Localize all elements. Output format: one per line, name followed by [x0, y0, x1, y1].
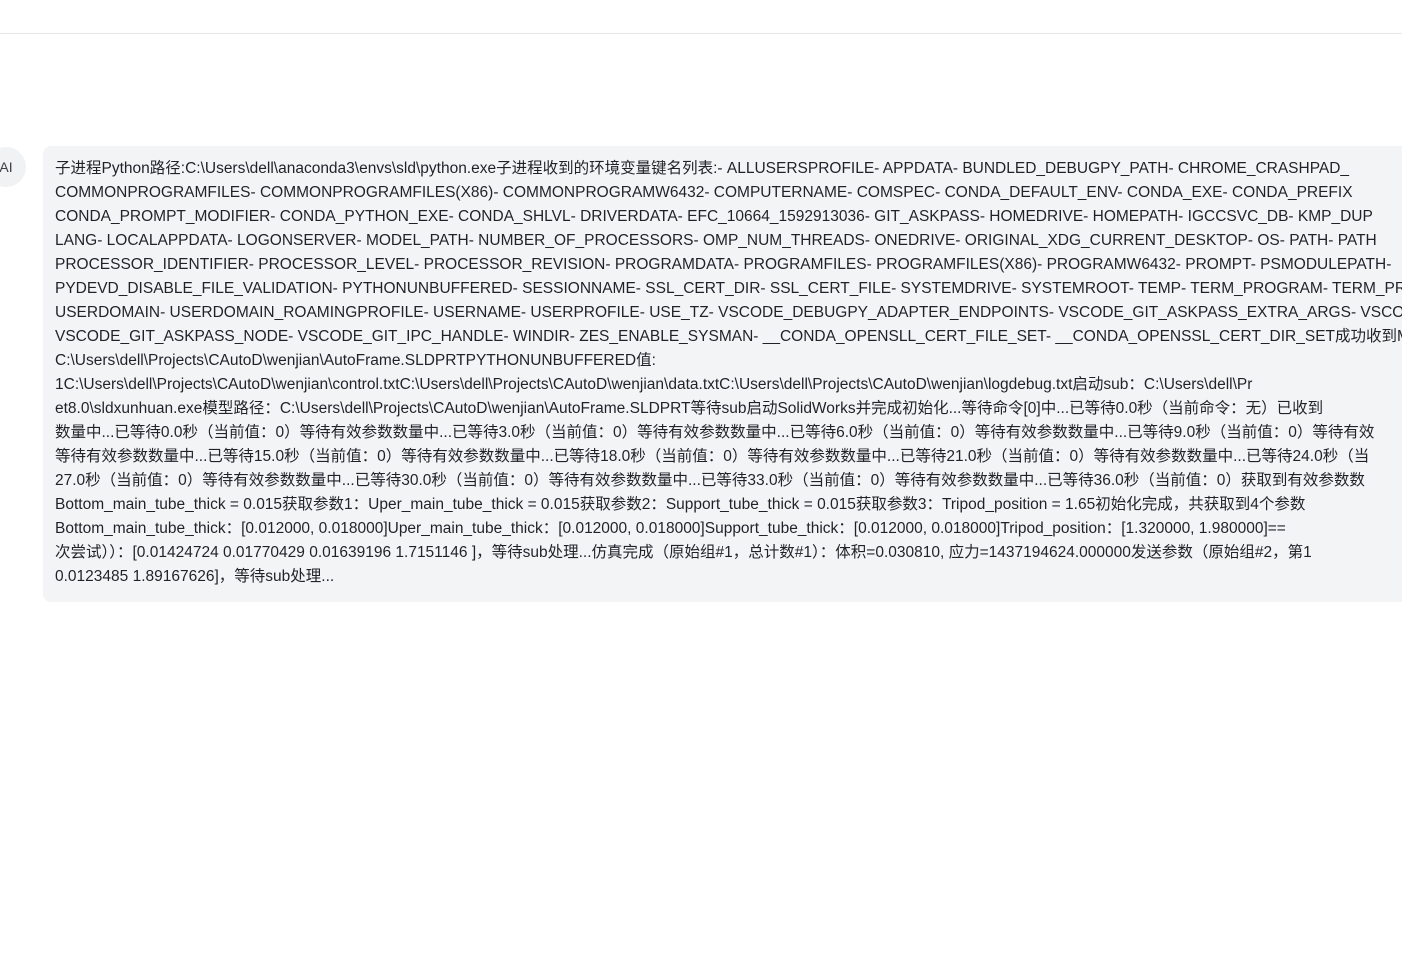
message-line: Bottom_main_tube_thick：[0.012000, 0.0180…	[55, 520, 1286, 537]
top-bar	[0, 0, 1402, 34]
avatar-label: AI	[0, 159, 13, 175]
message-line: Bottom_main_tube_thick = 0.015获取参数1：Uper…	[55, 496, 1306, 513]
message-line: C:\Users\dell\Projects\CAutoD\wenjian\Au…	[55, 352, 656, 369]
message-line: PROCESSOR_IDENTIFIER- PROCESSOR_LEVEL- P…	[55, 256, 1392, 273]
ai-avatar: AI	[0, 147, 26, 187]
message-line: 数量中...已等待0.0秒（当前值：0）等待有效参数数量中...已等待3.0秒（…	[55, 424, 1375, 441]
message-line: PYDEVD_DISABLE_FILE_VALIDATION- PYTHONUN…	[55, 280, 1402, 297]
message-line: 1C:\Users\dell\Projects\CAutoD\wenjian\c…	[55, 376, 1253, 393]
chat-area: AI 子进程Python路径:C:\Users\dell\anaconda3\e…	[0, 34, 1402, 957]
message-line: 子进程Python路径:C:\Users\dell\anaconda3\envs…	[55, 160, 1350, 177]
message-line: CONDA_PROMPT_MODIFIER- CONDA_PYTHON_EXE-…	[55, 208, 1373, 225]
message-line: VSCODE_GIT_ASKPASS_NODE- VSCODE_GIT_IPC_…	[55, 328, 1402, 345]
message-line: 0.0123485 1.89167626]，等待sub处理...	[55, 568, 335, 585]
message-line: USERDOMAIN- USERDOMAIN_ROAMINGPROFILE- U…	[55, 304, 1402, 321]
message-line: LANG- LOCALAPPDATA- LOGONSERVER- MODEL_P…	[55, 232, 1377, 249]
message-line: et8.0\sldxunhuan.exe模型路径：C:\Users\dell\P…	[55, 400, 1324, 417]
message-line: 27.0秒（当前值：0）等待有效参数数量中...已等待30.0秒（当前值：0）等…	[55, 472, 1365, 489]
message-line: 次尝试））：[0.01424724 0.01770429 0.01639196 …	[55, 544, 1312, 561]
message-line: 等待有效参数数量中...已等待15.0秒（当前值：0）等待有效参数数量中...已…	[55, 448, 1370, 465]
assistant-message-bubble: 子进程Python路径:C:\Users\dell\anaconda3\envs…	[43, 146, 1402, 602]
message-line: COMMONPROGRAMFILES- COMMONPROGRAMFILES(X…	[55, 184, 1353, 201]
